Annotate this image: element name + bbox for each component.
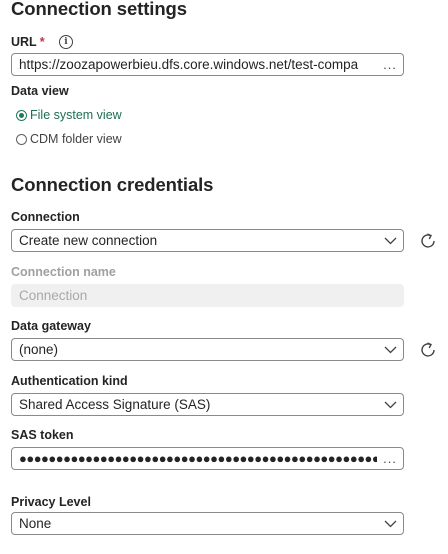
- chevron-down-icon[interactable]: [377, 520, 403, 528]
- connection-name-input[interactable]: Connection: [11, 284, 404, 307]
- connection-credentials-heading: Connection credentials: [11, 174, 214, 195]
- radio-file-system-view[interactable]: File system view: [16, 108, 122, 122]
- radio-cdm-folder-label: CDM folder view: [30, 132, 122, 146]
- privacy-level-dropdown[interactable]: None: [11, 512, 404, 535]
- url-input[interactable]: https://zoozapowerbieu.dfs.core.windows.…: [11, 53, 404, 76]
- radio-checked-icon[interactable]: [16, 109, 27, 121]
- required-mark: *: [39, 35, 45, 49]
- privacy-level-label: Privacy Level: [11, 495, 91, 509]
- refresh-icon[interactable]: [417, 339, 439, 361]
- connection-label: Connection: [11, 210, 80, 224]
- privacy-level-value: None: [19, 516, 52, 531]
- sas-more-button[interactable]: ...: [377, 451, 403, 466]
- data-view-label: Data view: [11, 84, 69, 98]
- connection-dropdown[interactable]: Create new connection: [11, 229, 404, 252]
- url-label-text: URL: [11, 35, 37, 49]
- info-icon[interactable]: i: [59, 35, 73, 49]
- connection-name-placeholder: Connection: [19, 288, 88, 303]
- url-input-value: https://zoozapowerbieu.dfs.core.windows.…: [19, 57, 359, 72]
- connection-dropdown-value: Create new connection: [19, 233, 158, 248]
- radio-file-system-label: File system view: [30, 108, 122, 122]
- chevron-down-icon[interactable]: [377, 401, 403, 409]
- connection-settings-heading: Connection settings: [11, 0, 187, 19]
- url-more-button[interactable]: ...: [377, 57, 403, 72]
- refresh-icon[interactable]: [417, 230, 439, 252]
- connection-name-label: Connection name: [11, 265, 116, 279]
- authentication-kind-label: Authentication kind: [11, 374, 128, 388]
- radio-cdm-folder-view[interactable]: CDM folder view: [16, 132, 122, 146]
- sas-token-input[interactable]: ●●●●●●●●●●●●●●●●●●●●●●●●●●●●●●●●●●●●●●●●…: [11, 447, 404, 470]
- data-gateway-dropdown[interactable]: (none): [11, 338, 404, 361]
- authentication-kind-value: Shared Access Signature (SAS): [19, 397, 211, 412]
- sas-token-label: SAS token: [11, 428, 74, 442]
- authentication-kind-dropdown[interactable]: Shared Access Signature (SAS): [11, 393, 404, 416]
- url-label: URL *: [11, 35, 45, 49]
- chevron-down-icon[interactable]: [377, 237, 403, 245]
- data-gateway-label: Data gateway: [11, 319, 91, 333]
- data-gateway-value: (none): [19, 342, 59, 357]
- chevron-down-icon[interactable]: [377, 346, 403, 354]
- sas-token-value: ●●●●●●●●●●●●●●●●●●●●●●●●●●●●●●●●●●●●●●●●…: [19, 451, 377, 466]
- radio-unchecked-icon[interactable]: [16, 133, 27, 145]
